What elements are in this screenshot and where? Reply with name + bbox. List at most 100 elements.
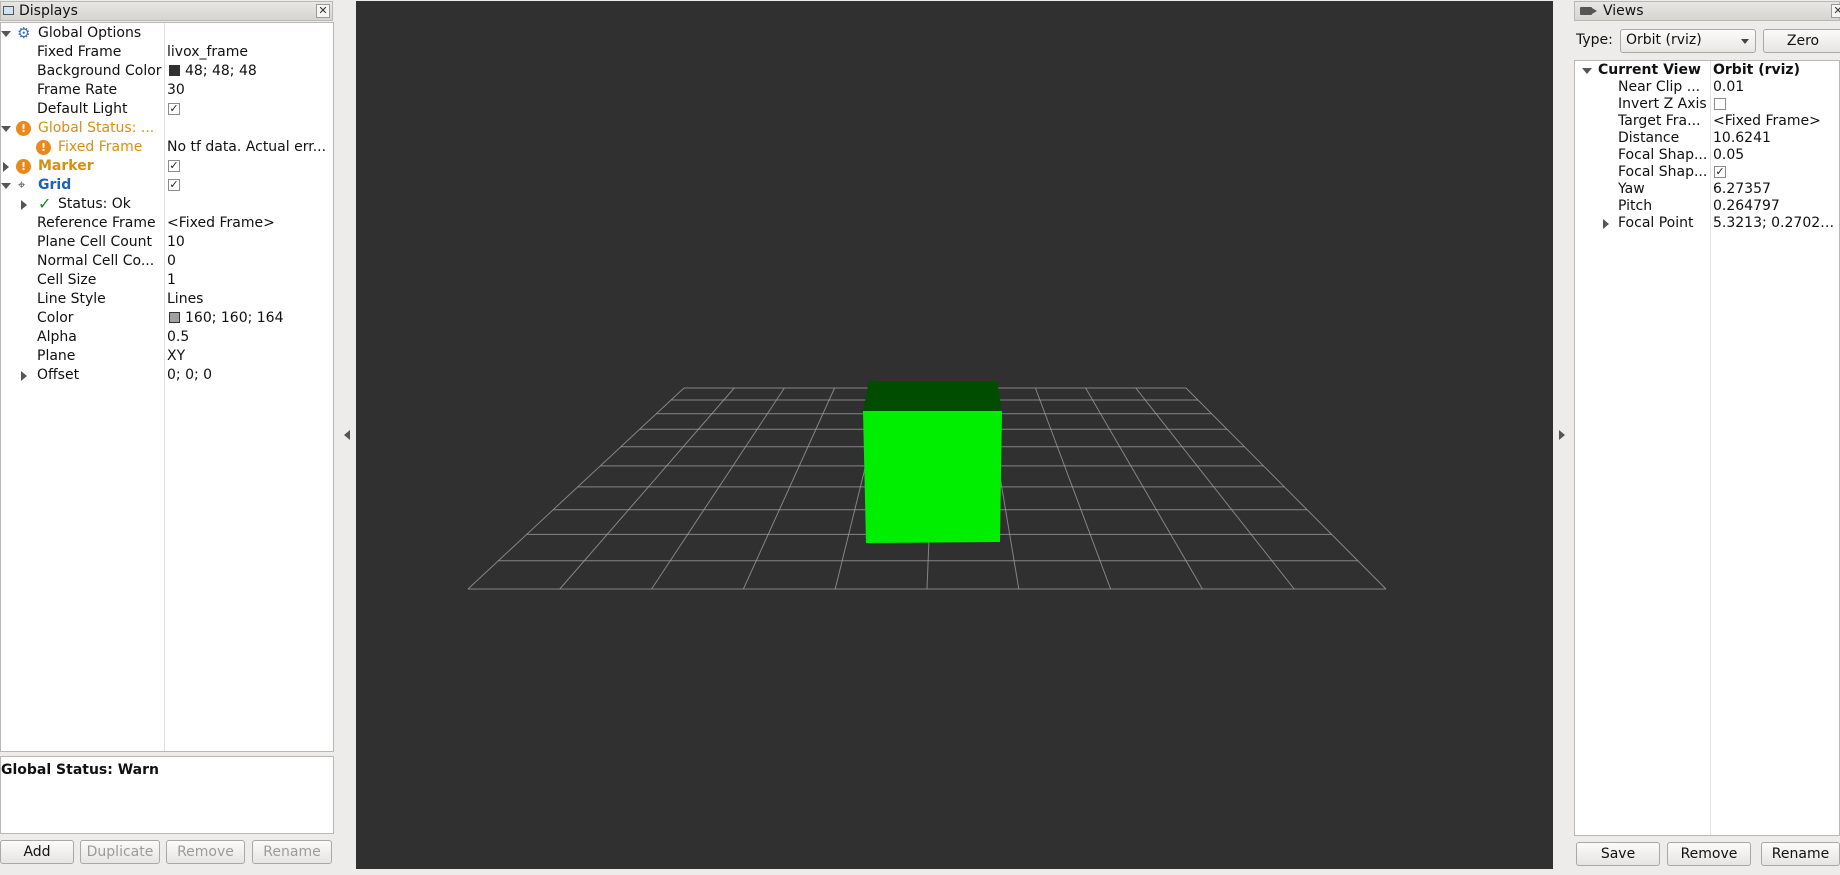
zero-view-button[interactable]: Zero [1763,29,1840,53]
grid-line [742,387,836,590]
label-global-status: Global Status: ... [38,120,155,136]
rename-view-button[interactable]: Rename [1761,842,1840,866]
tree-row-global-status[interactable]: ! Global Status: ... [1,119,333,138]
default-light-checkbox[interactable]: ✓ [168,103,180,115]
views-tree[interactable]: Current View Orbit (rviz) Near Clip ... … [1574,60,1840,836]
value-normal-cell-count[interactable]: 0 [167,252,176,271]
label-marker: Marker [38,158,94,174]
collapse-arrow-icon[interactable] [1603,219,1609,229]
expand-arrow-icon[interactable] [1,183,11,189]
tree-row-focal-point[interactable]: Focal Point 5.3213; 0.27021;... [1575,215,1839,232]
value-near-clip[interactable]: 0.01 [1713,79,1744,96]
tree-row-offset[interactable]: Offset 0; 0; 0 [1,366,333,385]
tree-row-marker[interactable]: ! Marker ✓ [1,157,333,176]
value-focal-shape-size[interactable]: 0.05 [1713,147,1744,164]
tree-row-grid[interactable]: ⌖ Grid ✓ [1,176,333,195]
collapse-right-arrow-icon[interactable] [1559,430,1565,440]
expand-arrow-icon[interactable] [1582,68,1592,74]
focal-shape-fixed-checkbox[interactable]: ✓ [1714,166,1726,178]
collapse-left-arrow-icon[interactable] [344,430,350,440]
tree-row-plane-cell-count[interactable]: Plane Cell Count 10 [1,233,333,252]
value-offset[interactable]: 0; 0; 0 [167,366,212,385]
invert-z-checkbox[interactable] [1714,98,1726,110]
grid-line [651,387,785,590]
tree-row-global-options[interactable]: ⚙ Global Options [1,24,333,43]
left-splitter[interactable] [336,0,356,872]
view-type-dropdown[interactable]: Orbit (rviz) [1620,29,1756,53]
remove-display-button[interactable]: Remove [166,840,245,864]
tree-row-pitch[interactable]: Pitch 0.264797 [1575,198,1839,215]
tree-row-status-fixed-frame[interactable]: ! Fixed Frame No tf data. Actual err... [1,138,333,157]
views-close-button[interactable]: ✕ [1831,4,1840,18]
displays-close-button[interactable]: ✕ [316,4,330,18]
tree-row-default-light[interactable]: Default Light ✓ [1,100,333,119]
tree-row-focal-shape-size[interactable]: Focal Shap... 0.05 [1575,147,1839,164]
value-plane[interactable]: XY [167,347,185,366]
label-grid: Grid [38,177,72,193]
value-focal-point[interactable]: 5.3213; 0.27021;... [1713,215,1839,232]
value-alpha[interactable]: 0.5 [167,328,189,347]
value-reference-frame[interactable]: <Fixed Frame> [167,214,275,233]
displays-title-bar[interactable]: Displays ✕ [0,1,333,21]
label-distance: Distance [1618,130,1680,146]
tree-row-yaw[interactable]: Yaw 6.27357 [1575,181,1839,198]
tree-row-color[interactable]: Color 160; 160; 164 [1,309,333,328]
marker-cube-front-face [863,411,1002,543]
value-target-frame[interactable]: <Fixed Frame> [1713,113,1821,130]
tree-row-distance[interactable]: Distance 10.6241 [1575,130,1839,147]
tree-row-focal-shape-fixed[interactable]: Focal Shap... ✓ [1575,164,1839,181]
value-frame-rate[interactable]: 30 [167,81,185,100]
value-line-style[interactable]: Lines [167,290,203,309]
value-pitch[interactable]: 0.264797 [1713,198,1780,215]
label-offset: Offset [37,367,80,383]
grid-line [1185,387,1387,590]
value-background-color[interactable]: 48; 48; 48 [169,62,257,81]
displays-tree[interactable]: ⚙ Global Options Fixed Frame livox_frame… [0,22,334,752]
tree-row-alpha[interactable]: Alpha 0.5 [1,328,333,347]
tree-row-fixed-frame[interactable]: Fixed Frame livox_frame [1,43,333,62]
tree-row-invert-z[interactable]: Invert Z Axis [1575,96,1839,113]
expand-arrow-icon[interactable] [1,126,11,132]
label-near-clip: Near Clip ... [1618,79,1701,95]
label-reference-frame: Reference Frame [37,215,156,231]
value-yaw[interactable]: 6.27357 [1713,181,1771,198]
collapse-arrow-icon[interactable] [21,200,27,210]
grid-icon: ⌖ [18,178,26,193]
value-plane-cell-count[interactable]: 10 [167,233,185,252]
remove-view-button[interactable]: Remove [1667,842,1751,866]
label-focal-point: Focal Point [1618,215,1694,231]
tree-row-normal-cell-count[interactable]: Normal Cell Co... 0 [1,252,333,271]
add-display-button[interactable]: Add [0,840,74,864]
render-viewport[interactable] [356,1,1553,869]
value-distance[interactable]: 10.6241 [1713,130,1771,147]
value-fixed-frame[interactable]: livox_frame [167,43,333,62]
right-splitter[interactable] [1553,0,1573,872]
rename-display-button[interactable]: Rename [252,840,332,864]
label-color: Color [37,310,74,326]
tree-row-reference-frame[interactable]: Reference Frame <Fixed Frame> [1,214,333,233]
duplicate-display-button[interactable]: Duplicate [80,840,160,864]
save-view-button[interactable]: Save [1576,842,1660,866]
collapse-arrow-icon[interactable] [21,371,27,381]
tree-row-near-clip[interactable]: Near Clip ... 0.01 [1575,79,1839,96]
label-cell-size: Cell Size [37,272,97,288]
value-color[interactable]: 160; 160; 164 [169,309,284,328]
grid-enabled-checkbox[interactable]: ✓ [168,179,180,191]
tree-row-plane[interactable]: Plane XY [1,347,333,366]
tree-row-grid-status[interactable]: ✓ Status: Ok [1,194,333,214]
label-focal-shape-size: Focal Shap... [1618,147,1708,163]
tree-row-background-color[interactable]: Background Color 48; 48; 48 [1,62,333,81]
collapse-arrow-icon[interactable] [3,162,9,172]
camera-lens-icon [1592,8,1597,14]
tree-row-target-frame[interactable]: Target Fra... <Fixed Frame> [1575,113,1839,130]
tree-row-current-view[interactable]: Current View Orbit (rviz) [1575,62,1839,79]
tree-row-cell-size[interactable]: Cell Size 1 [1,271,333,290]
tree-row-frame-rate[interactable]: Frame Rate 30 [1,81,333,100]
expand-arrow-icon[interactable] [1,31,11,37]
gear-icon: ⚙ [17,24,31,42]
tree-row-line-style[interactable]: Line Style Lines [1,290,333,309]
views-title-bar[interactable]: Views ✕ [1574,1,1840,21]
value-cell-size[interactable]: 1 [167,271,176,290]
marker-enabled-checkbox[interactable]: ✓ [168,160,180,172]
grid-color-text: 160; 160; 164 [185,310,284,326]
